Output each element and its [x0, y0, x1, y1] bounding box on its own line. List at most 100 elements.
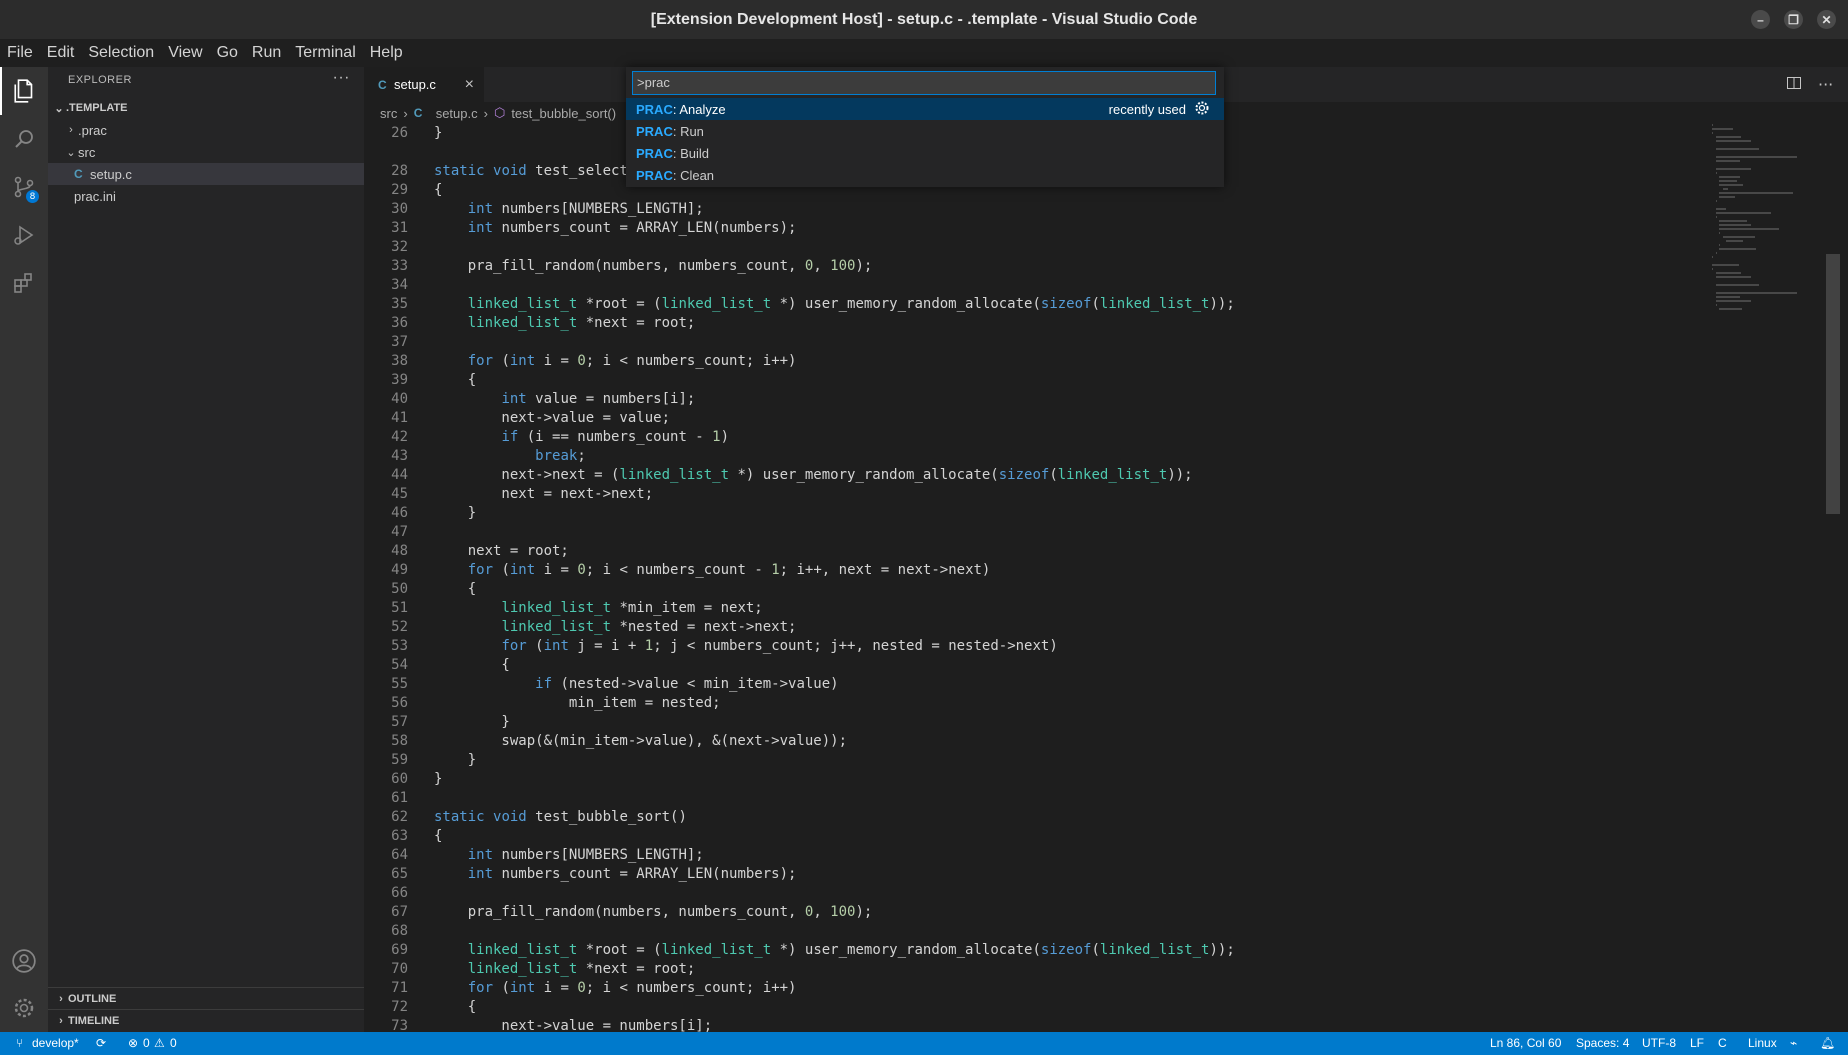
code-text[interactable]: for (int j = i + 1; j < numbers_count; j… — [434, 637, 1057, 656]
gear-icon[interactable] — [1194, 100, 1210, 119]
code-text[interactable]: linked_list_t *next = root; — [434, 314, 696, 333]
code-text[interactable]: } — [434, 770, 442, 789]
code-line[interactable]: 61 — [364, 789, 1704, 808]
code-text[interactable]: swap(&(min_item->value), &(next->value))… — [434, 732, 847, 751]
code-text[interactable]: if (nested->value < min_item->value) — [434, 675, 838, 694]
tree-item-prac-ini[interactable]: prac.ini — [48, 185, 364, 207]
minimap[interactable] — [1712, 124, 1812, 384]
palette-item-run[interactable]: PRAC : Run — [626, 120, 1224, 142]
code-line[interactable]: 46 } — [364, 504, 1704, 523]
code-line[interactable]: 69 linked_list_t *root = (linked_list_t … — [364, 941, 1704, 960]
explorer-icon[interactable] — [0, 67, 48, 115]
sync-icon[interactable]: ⟳ — [96, 1036, 106, 1050]
code-text[interactable]: { — [434, 656, 509, 675]
code-line[interactable]: 54 { — [364, 656, 1704, 675]
indentation[interactable]: Spaces: 4 — [1576, 1036, 1629, 1050]
code-line[interactable]: 31 int numbers_count = ARRAY_LEN(numbers… — [364, 219, 1704, 238]
workspace-root[interactable]: ⌄ .TEMPLATE — [48, 97, 364, 119]
palette-item-build[interactable]: PRAC : Build — [626, 142, 1224, 164]
code-line[interactable]: 52 linked_list_t *nested = next->next; — [364, 618, 1704, 637]
code-line[interactable]: 48 next = root; — [364, 542, 1704, 561]
menu-help[interactable]: Help — [363, 44, 410, 62]
close-window-icon[interactable]: ✕ — [1817, 10, 1836, 29]
bell-icon[interactable]: 🔔︎ — [1820, 1036, 1835, 1050]
run-debug-icon[interactable] — [0, 211, 48, 259]
code-line[interactable]: 33 pra_fill_random(numbers, numbers_coun… — [364, 257, 1704, 276]
code-line[interactable]: 67 pra_fill_random(numbers, numbers_coun… — [364, 903, 1704, 922]
code-line[interactable]: 49 for (int i = 0; i < numbers_count - 1… — [364, 561, 1704, 580]
menu-run[interactable]: Run — [245, 44, 288, 62]
code-line[interactable]: 57 } — [364, 713, 1704, 732]
code-text[interactable]: pra_fill_random(numbers, numbers_count, … — [434, 257, 873, 276]
breadcrumb-symbol[interactable]: test_bubble_sort() — [511, 106, 616, 121]
extensions-icon[interactable] — [0, 259, 48, 307]
menu-terminal[interactable]: Terminal — [288, 44, 362, 62]
code-line[interactable]: 63 { — [364, 827, 1704, 846]
accounts-icon[interactable] — [0, 937, 48, 985]
code-line[interactable]: 35 linked_list_t *root = (linked_list_t … — [364, 295, 1704, 314]
code-line[interactable]: 66 — [364, 884, 1704, 903]
code-text[interactable]: int numbers_count = ARRAY_LEN(numbers); — [434, 865, 797, 884]
end-of-line[interactable]: LF — [1690, 1036, 1704, 1050]
tree-item-src[interactable]: ⌄ src — [48, 141, 364, 163]
restore-icon[interactable]: ❐ — [1784, 10, 1803, 29]
code-line[interactable]: 72 { — [364, 998, 1704, 1017]
warning-count[interactable]: 0 — [170, 1036, 177, 1050]
breadcrumb-folder[interactable]: src — [380, 106, 397, 121]
code-line[interactable]: 39 { — [364, 371, 1704, 390]
code-text[interactable]: { — [434, 827, 442, 846]
encoding[interactable]: UTF-8 — [1642, 1036, 1676, 1050]
tree-item-setup-c[interactable]: C setup.c — [48, 163, 364, 185]
code-line[interactable]: 51 linked_list_t *min_item = next; — [364, 599, 1704, 618]
code-line[interactable]: 62 static void test_bubble_sort() — [364, 808, 1704, 827]
menu-view[interactable]: View — [161, 44, 209, 62]
code-line[interactable]: 45 next = next->next; — [364, 485, 1704, 504]
minimize-icon[interactable]: – — [1751, 10, 1770, 29]
code-line[interactable]: 37 — [364, 333, 1704, 352]
search-icon[interactable] — [0, 115, 48, 163]
cursor-position[interactable]: Ln 86, Col 60 — [1490, 1036, 1561, 1050]
code-line[interactable]: 47 — [364, 523, 1704, 542]
code-text[interactable]: linked_list_t *root = (linked_list_t *) … — [434, 295, 1235, 314]
code-text[interactable]: next->value = value; — [434, 409, 670, 428]
split-editor-icon[interactable] — [1786, 75, 1802, 95]
menu-selection[interactable]: Selection — [81, 44, 161, 62]
code-text[interactable]: static void test_bubble_sort() — [434, 808, 687, 827]
tab-setup-c[interactable]: C setup.c × — [364, 67, 484, 102]
code-editor[interactable]: 26} 28 static void test_select 29 {30 int nu… — [364, 124, 1840, 1032]
code-line[interactable]: 55 if (nested->value < min_item->value) — [364, 675, 1704, 694]
code-line[interactable]: 32 — [364, 238, 1704, 257]
code-line[interactable]: 41 next->value = value; — [364, 409, 1704, 428]
code-text[interactable]: { — [434, 181, 442, 200]
tree-item-prac[interactable]: › .prac — [48, 119, 364, 141]
code-line[interactable]: 38 for (int i = 0; i < numbers_count; i+… — [364, 352, 1704, 371]
code-line[interactable]: 36 linked_list_t *next = root; — [364, 314, 1704, 333]
code-line[interactable]: 40 int value = numbers[i]; — [364, 390, 1704, 409]
code-text[interactable]: { — [434, 371, 476, 390]
code-text[interactable]: linked_list_t *nested = next->next; — [434, 618, 796, 637]
code-line[interactable]: 71 for (int i = 0; i < numbers_count; i+… — [364, 979, 1704, 998]
editor-scrollbar[interactable] — [1826, 254, 1840, 514]
code-line[interactable]: 42 if (i == numbers_count - 1) — [364, 428, 1704, 447]
code-text[interactable]: int numbers[NUMBERS_LENGTH]; — [434, 846, 704, 865]
language-mode[interactable]: C — [1718, 1036, 1727, 1050]
code-text[interactable]: int value = numbers[i]; — [434, 390, 695, 409]
code-text[interactable]: break; — [434, 447, 586, 466]
code-text[interactable]: } — [434, 124, 442, 143]
palette-item-analyze[interactable]: PRAC : Analyze recently used — [626, 98, 1224, 120]
code-text[interactable]: static void test_select — [434, 162, 628, 181]
breadcrumb-file[interactable]: setup.c — [436, 106, 478, 121]
code-line[interactable]: 53 for (int j = i + 1; j < numbers_count… — [364, 637, 1704, 656]
git-branch[interactable]: develop* — [32, 1036, 79, 1050]
code-text[interactable]: { — [434, 998, 476, 1017]
source-control-icon[interactable]: 8 — [0, 163, 48, 211]
code-text[interactable]: for (int i = 0; i < numbers_count; i++) — [434, 352, 797, 371]
settings-gear-icon[interactable] — [0, 984, 48, 1032]
code-line[interactable]: 70 linked_list_t *next = root; — [364, 960, 1704, 979]
code-line[interactable]: 68 — [364, 922, 1704, 941]
code-text[interactable]: } — [434, 713, 509, 732]
code-line[interactable]: 44 next->next = (linked_list_t *) user_m… — [364, 466, 1704, 485]
code-text[interactable]: int numbers_count = ARRAY_LEN(numbers); — [434, 219, 797, 238]
code-text[interactable]: next = root; — [434, 542, 569, 561]
code-text[interactable]: next->value = numbers[i]; — [434, 1017, 712, 1032]
